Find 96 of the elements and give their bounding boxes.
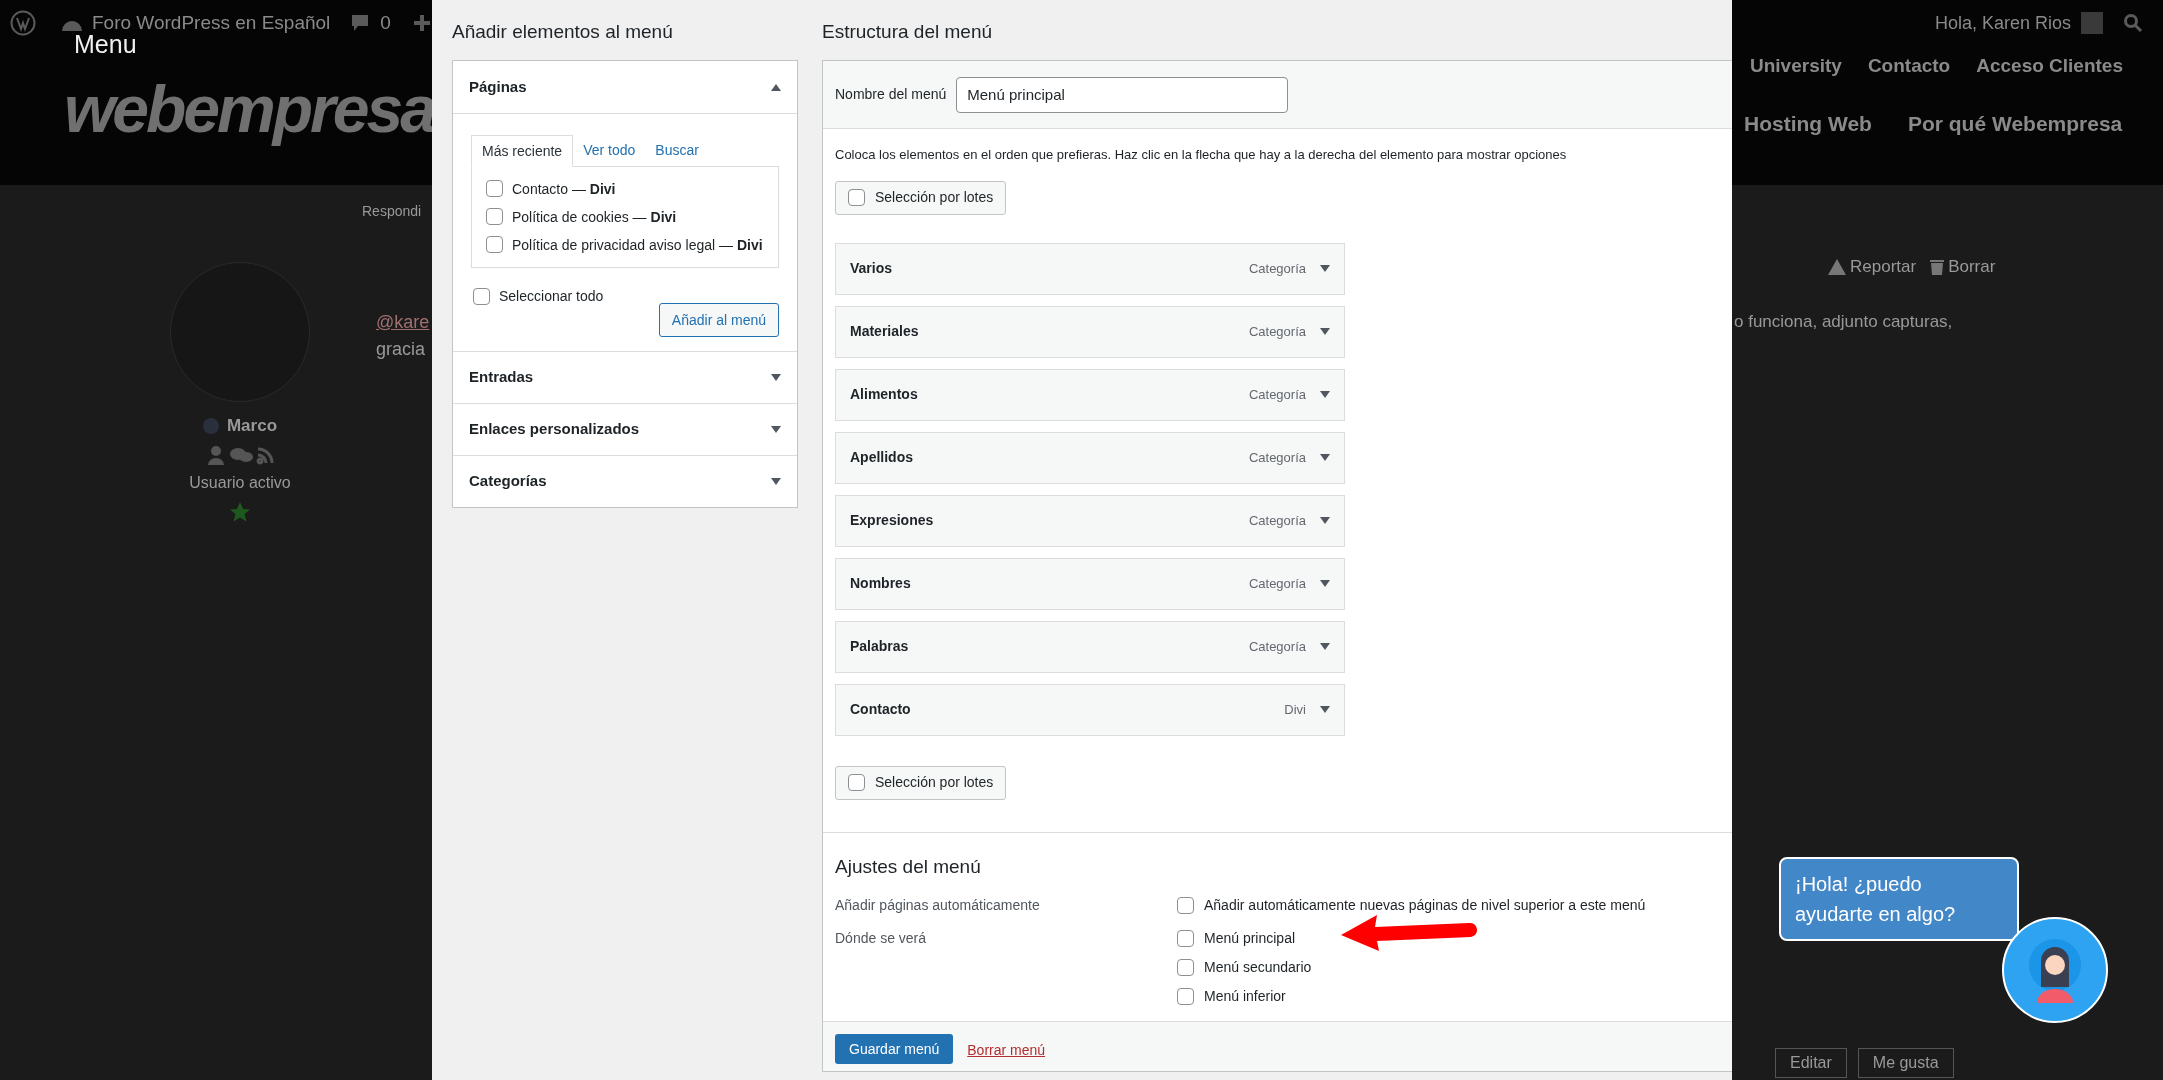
accordion-header[interactable]: Enlaces personalizados: [453, 403, 797, 455]
checkbox[interactable]: [486, 180, 503, 197]
menu-name-label: Nombre del menú: [835, 85, 947, 104]
menu-item[interactable]: Nombres Categoría: [835, 557, 1345, 610]
settings-option[interactable]: Menú secundario: [1204, 957, 1312, 978]
checkbox[interactable]: [1177, 959, 1194, 976]
report-link[interactable]: Reportar: [1850, 254, 1917, 280]
menu-name-field[interactable]: Menú principal: [956, 76, 1289, 113]
page-option[interactable]: Contacto — Divi: [512, 179, 616, 199]
menu-item-type: Categoría: [1248, 259, 1306, 278]
menu-item[interactable]: Palabras Categoría: [835, 620, 1345, 673]
caret-down-icon[interactable]: [1320, 454, 1330, 461]
wordpress-logo-icon[interactable]: [10, 10, 36, 36]
delete-menu-link[interactable]: Borrar menú: [967, 1040, 1046, 1061]
author-name[interactable]: Marco: [226, 413, 278, 439]
nav-link[interactable]: Hosting Web: [1744, 108, 1872, 140]
menu-item-title: Materiales: [850, 322, 920, 341]
post-text: o funciona, adjunto capturas,: [1734, 311, 1953, 333]
star-icon: [229, 500, 251, 523]
tab[interactable]: Más reciente: [471, 135, 574, 167]
bulk-select-button[interactable]: Selección por lotes: [835, 180, 1007, 215]
menu-item-type: Categoría: [1248, 322, 1306, 341]
menu-item[interactable]: Apellidos Categoría: [835, 431, 1345, 484]
settings-option[interactable]: Añadir automáticamente nuevas páginas de nivel superior a este menú: [1204, 895, 1646, 916]
save-menu-button[interactable]: Guardar menú: [835, 1034, 954, 1064]
caret-down-icon[interactable]: [1320, 328, 1330, 335]
caret-down-icon[interactable]: [1320, 643, 1330, 650]
checkbox[interactable]: [486, 208, 503, 225]
bulk-select-button[interactable]: Selección por lotes: [835, 765, 1007, 800]
menu-item[interactable]: Materiales Categoría: [835, 305, 1345, 358]
checkbox[interactable]: [1177, 897, 1194, 914]
nav-link[interactable]: Acceso Clientes: [1976, 52, 2123, 81]
menu-item[interactable]: Alimentos Categoría: [835, 368, 1345, 421]
chat-bubble[interactable]: ¡Hola! ¿puedo ayudarte en algo?: [1779, 857, 2019, 941]
reply-label: Respondi: [362, 202, 422, 221]
accordion-header[interactable]: Entradas: [453, 351, 797, 403]
add-to-menu-button[interactable]: Añadir al menú: [658, 303, 779, 337]
checkbox[interactable]: [848, 189, 865, 206]
plus-icon[interactable]: [412, 14, 431, 32]
checkbox[interactable]: [848, 774, 865, 791]
delete-link[interactable]: Borrar: [1948, 254, 1996, 280]
post-action-button[interactable]: Me gusta: [1857, 1048, 1954, 1078]
menu-item[interactable]: Contacto Divi: [835, 683, 1345, 736]
menu-item-type: Categoría: [1248, 448, 1306, 467]
menu-item-title: Apellidos: [850, 448, 914, 467]
tab[interactable]: Buscar: [645, 134, 709, 166]
menu-item-title: Alimentos: [850, 385, 919, 404]
search-icon[interactable]: [2123, 13, 2143, 33]
user-mention[interactable]: @kare: [376, 309, 430, 336]
checkbox[interactable]: [1177, 930, 1194, 947]
page-option[interactable]: Política de privacidad aviso legal — Divi: [512, 235, 763, 255]
user-badges-icon: [206, 444, 274, 465]
post-action-button[interactable]: Editar: [1775, 1048, 1847, 1078]
settings-option[interactable]: Menú principal: [1204, 928, 1296, 949]
menu-item-title: Contacto: [850, 700, 912, 719]
menu-item-title: Nombres: [850, 574, 912, 593]
comment-icon[interactable]: [350, 13, 371, 33]
user-greeting[interactable]: Hola, Karen Rios: [1934, 9, 2071, 37]
section-heading: Estructura del menú: [822, 20, 994, 44]
menu-item-title: Palabras: [850, 637, 910, 656]
menu-item-type: Categoría: [1248, 574, 1306, 593]
checkbox[interactable]: [473, 288, 490, 305]
caret-down-icon[interactable]: [1320, 580, 1330, 587]
nav-link[interactable]: Contacto: [1867, 52, 1951, 81]
menu-item-title: Varios: [850, 259, 894, 278]
checkbox[interactable]: [486, 236, 503, 253]
section-heading: Añadir elementos al menú: [452, 20, 674, 44]
comment-count[interactable]: 0: [380, 8, 391, 38]
warning-icon[interactable]: [1828, 258, 1846, 275]
checkbox[interactable]: [1177, 988, 1194, 1005]
caret-down-icon[interactable]: [1320, 265, 1330, 272]
menu-item-type: Categoría: [1248, 637, 1306, 656]
settings-label: Añadir páginas automáticamente: [835, 896, 1041, 915]
nav-link[interactable]: Por qué Webempresa: [1907, 108, 2123, 140]
caret-down-icon[interactable]: [1320, 706, 1330, 713]
accordion-header[interactable]: Categorías: [453, 455, 797, 507]
menu-item-type: Categoría: [1248, 385, 1306, 404]
menu-item[interactable]: Varios Categoría: [835, 242, 1345, 295]
tab[interactable]: Ver todo: [573, 134, 646, 166]
menu-item[interactable]: Expresiones Categoría: [835, 494, 1345, 547]
accordion-header[interactable]: Páginas: [453, 61, 797, 113]
settings-heading: Ajustes del menú: [835, 854, 982, 879]
settings-option[interactable]: Menú inferior: [1204, 986, 1286, 1007]
user-role: Usuario activo: [189, 472, 291, 493]
menu-item-title: Expresiones: [850, 511, 935, 530]
instructions: Coloca los elementos en el orden que prefieras. Haz clic en la flecha que hay a la derecha del elemento para mostrar opciones: [835, 146, 1568, 164]
page-option[interactable]: Política de cookies — Divi: [512, 207, 677, 227]
nav-link[interactable]: University: [1750, 52, 1842, 81]
select-all-label[interactable]: Seleccionar todo: [499, 286, 604, 307]
menu-item-type: Divi: [1284, 700, 1306, 719]
caret-down-icon[interactable]: [1320, 391, 1330, 398]
caret-down-icon[interactable]: [1320, 517, 1330, 524]
trash-icon[interactable]: [1930, 258, 1945, 276]
settings-label: Dónde se verá: [835, 929, 928, 948]
menu-item-type: Categoría: [1248, 511, 1306, 530]
post-text: gracia: [376, 338, 426, 361]
